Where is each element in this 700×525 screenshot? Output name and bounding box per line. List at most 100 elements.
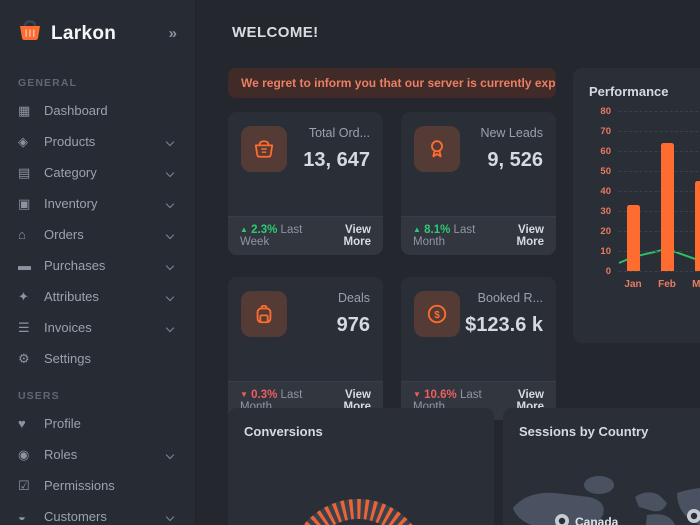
sidebar-section-label: USERS: [0, 374, 195, 408]
map-marker-label: Canada: [575, 515, 619, 525]
trend-down-icon: ▼: [240, 390, 248, 399]
y-tick-label: 0: [589, 266, 611, 277]
stat-card-booked-revenue: $ Booked R... $123.6 k ▼ 10.6% Last Mont…: [401, 277, 556, 420]
sidebar-item-purchases[interactable]: ▬Purchases: [0, 250, 195, 281]
sidebar-item-label: Permissions: [44, 478, 177, 493]
inventory-icon: ▣: [18, 196, 44, 212]
backpack-icon: [241, 291, 287, 337]
sidebar-item-label: Category: [44, 165, 167, 180]
sessions-card: Sessions by Country Canada: [503, 408, 700, 525]
gridline: [619, 131, 700, 132]
stat-cards: Total Ord... 13, 647 ▲ 2.3% Last Week Vi…: [228, 112, 556, 420]
y-tick-label: 70: [589, 126, 611, 137]
y-tick-label: 20: [589, 226, 611, 237]
chevron-down-icon: [166, 450, 174, 458]
chevron-down-icon: [166, 199, 174, 207]
permissions-icon: ☑: [18, 478, 44, 494]
sidebar-nav: GENERAL▦Dashboard◈Products▤Category▣Inve…: [0, 61, 195, 525]
conversions-card: Conversions: [228, 408, 494, 525]
sidebar-item-label: Inventory: [44, 196, 167, 211]
bar-feb: [661, 143, 674, 271]
bar-jan: [627, 205, 640, 271]
sidebar-item-settings[interactable]: ⚙Settings: [0, 343, 195, 374]
sidebar-item-permissions[interactable]: ☑Permissions: [0, 470, 195, 501]
sidebar-item-roles[interactable]: ◉Roles: [0, 439, 195, 470]
chevron-down-icon: [166, 261, 174, 269]
bar-mar: [695, 181, 700, 271]
x-tick-label: Jan: [624, 279, 641, 290]
gridline: [619, 111, 700, 112]
award-icon: [414, 126, 460, 172]
stat-title: Deals: [287, 291, 370, 305]
sidebar-item-label: Profile: [44, 416, 177, 431]
y-tick-label: 50: [589, 166, 611, 177]
sidebar-item-attributes[interactable]: ✦Attributes: [0, 281, 195, 312]
page-title: WELCOME!: [232, 24, 319, 41]
svg-text:$: $: [434, 310, 440, 321]
sidebar-item-label: Dashboard: [44, 103, 177, 118]
stat-change: ▲ 2.3% Last Week: [240, 224, 325, 248]
world-map: Canada: [507, 463, 700, 525]
view-more-link[interactable]: View More: [498, 224, 544, 248]
stat-card-total-orders: Total Ord... 13, 647 ▲ 2.3% Last Week Vi…: [228, 112, 383, 255]
sidebar-item-customers[interactable]: ◒Customers: [0, 501, 195, 525]
sidebar-item-category[interactable]: ▤Category: [0, 157, 195, 188]
y-tick-label: 60: [589, 146, 611, 157]
server-alert-banner: We regret to inform you that our server …: [228, 68, 556, 98]
stat-card-new-leads: New Leads 9, 526 ▲ 8.1% Last Month View …: [401, 112, 556, 255]
dollar-icon: $: [414, 291, 460, 337]
sidebar-item-products[interactable]: ◈Products: [0, 126, 195, 157]
y-axis-labels: 01020304050607080: [589, 111, 611, 271]
view-more-link[interactable]: View More: [325, 224, 371, 248]
gridline: [619, 191, 700, 192]
sidebar-item-profile[interactable]: ♥Profile: [0, 408, 195, 439]
y-tick-label: 10: [589, 246, 611, 257]
performance-chart: 01020304050607080 JanFebMar: [589, 111, 700, 311]
settings-icon: ⚙: [18, 351, 44, 367]
roles-icon: ◉: [18, 447, 44, 463]
chevron-down-icon: [166, 323, 174, 331]
app-title: Larkon: [51, 23, 160, 45]
basket-icon: [18, 20, 42, 47]
sidebar-item-inventory[interactable]: ▣Inventory: [0, 188, 195, 219]
stat-card-deals: Deals 976 ▼ 0.3% Last Month View More: [228, 277, 383, 420]
sidebar-item-label: Orders: [44, 227, 167, 242]
stat-value: 976: [287, 313, 370, 338]
trend-up-icon: ▲: [413, 225, 421, 234]
trend-down-icon: ▼: [413, 390, 421, 399]
sidebar-collapse-icon[interactable]: »: [169, 25, 179, 42]
products-icon: ◈: [18, 134, 44, 150]
chevron-down-icon: [166, 230, 174, 238]
sidebar-item-label: Customers: [44, 509, 167, 524]
sidebar-item-label: Attributes: [44, 289, 167, 304]
stat-title: Total Ord...: [287, 126, 370, 140]
purchases-icon: ▬: [18, 258, 44, 273]
sidebar: Larkon » GENERAL▦Dashboard◈Products▤Cate…: [0, 0, 196, 525]
x-tick-label: Mar: [692, 279, 700, 290]
chevron-down-icon: [166, 512, 174, 520]
customers-icon: ◒: [18, 509, 44, 524]
attributes-icon: ✦: [18, 289, 44, 305]
sidebar-item-orders[interactable]: ⌂Orders: [0, 219, 195, 250]
logo[interactable]: Larkon »: [0, 0, 195, 61]
main-content: WELCOME! We regret to inform you that ou…: [196, 0, 700, 525]
stat-title: Booked R...: [460, 291, 543, 305]
sidebar-item-dashboard[interactable]: ▦Dashboard: [0, 95, 195, 126]
conversions-gauge: [228, 444, 494, 525]
stat-value: 13, 647: [287, 148, 370, 173]
invoices-icon: ☰: [18, 320, 44, 336]
basket-icon: [241, 126, 287, 172]
chevron-down-icon: [166, 168, 174, 176]
category-icon: ▤: [18, 165, 44, 181]
gridline: [619, 151, 700, 152]
stat-title: New Leads: [460, 126, 543, 140]
sidebar-item-invoices[interactable]: ☰Invoices: [0, 312, 195, 343]
x-axis-labels: Jan Feb Mar: [619, 279, 700, 293]
sidebar-item-label: Products: [44, 134, 167, 149]
conversions-title: Conversions: [244, 424, 478, 439]
y-tick-label: 40: [589, 186, 611, 197]
sessions-title: Sessions by Country: [519, 424, 700, 439]
x-tick-label: Feb: [658, 279, 676, 290]
y-tick-label: 80: [589, 106, 611, 117]
alert-message: We regret to inform you that our server …: [241, 76, 556, 90]
